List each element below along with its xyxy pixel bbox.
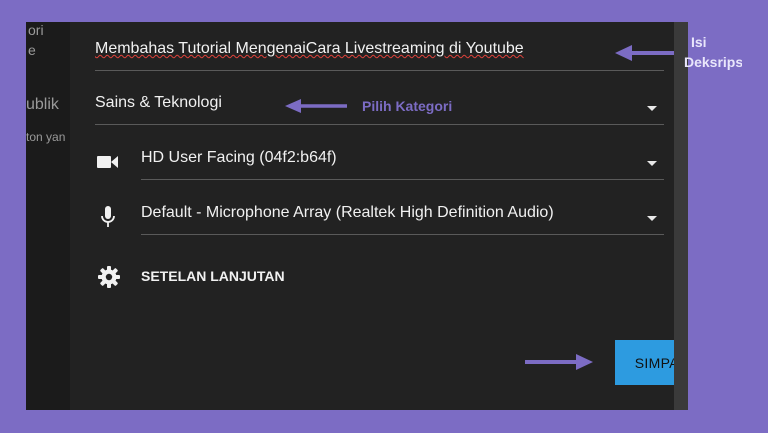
- background-text-fragment: ori: [28, 22, 44, 38]
- description-field[interactable]: Membahas Tutorial MengenaiCara Livestrea…: [95, 40, 664, 71]
- camera-value: HD User Facing (04f2:b64f): [141, 149, 337, 166]
- advanced-settings-link[interactable]: SETELAN LANJUTAN: [95, 262, 355, 292]
- microphone-dropdown[interactable]: Default - Microphone Array (Realtek High…: [141, 204, 664, 235]
- background-text-fragment: ton yan: [26, 130, 66, 144]
- chevron-down-icon: [647, 216, 657, 221]
- chevron-down-icon: [647, 161, 657, 166]
- category-annotation: Pilih Kategori: [362, 98, 453, 114]
- description-value: Membahas Tutorial MengenaiCara Livestrea…: [95, 40, 524, 57]
- arrow-right-icon: [525, 354, 593, 370]
- category-value: Sains & Teknologi: [95, 94, 222, 111]
- stream-settings-dialog: Membahas Tutorial MengenaiCara Livestrea…: [70, 22, 709, 410]
- chevron-down-icon: [647, 106, 657, 111]
- background-text-fragment: e: [28, 42, 36, 58]
- arrow-left-icon: [285, 99, 347, 113]
- background-text-fragment: ublik: [26, 96, 59, 113]
- gear-icon: [98, 266, 120, 288]
- microphone-value: Default - Microphone Array (Realtek High…: [141, 204, 554, 221]
- screen: ori e ublik ton yan Membahas Tutorial Me…: [26, 22, 742, 410]
- description-annotation-line2: Deksripsi: [684, 54, 742, 70]
- advanced-settings-label: SETELAN LANJUTAN: [141, 268, 285, 284]
- videocam-icon: [97, 156, 118, 168]
- description-annotation-line1: Isi: [691, 34, 707, 50]
- mic-icon: [101, 206, 115, 227]
- background-page-panel: ori e ublik ton yan: [26, 22, 70, 410]
- scrollbar[interactable]: [674, 22, 688, 410]
- camera-dropdown[interactable]: HD User Facing (04f2:b64f): [141, 149, 664, 180]
- annotation-margin: Isi Deksripsi: [684, 22, 742, 410]
